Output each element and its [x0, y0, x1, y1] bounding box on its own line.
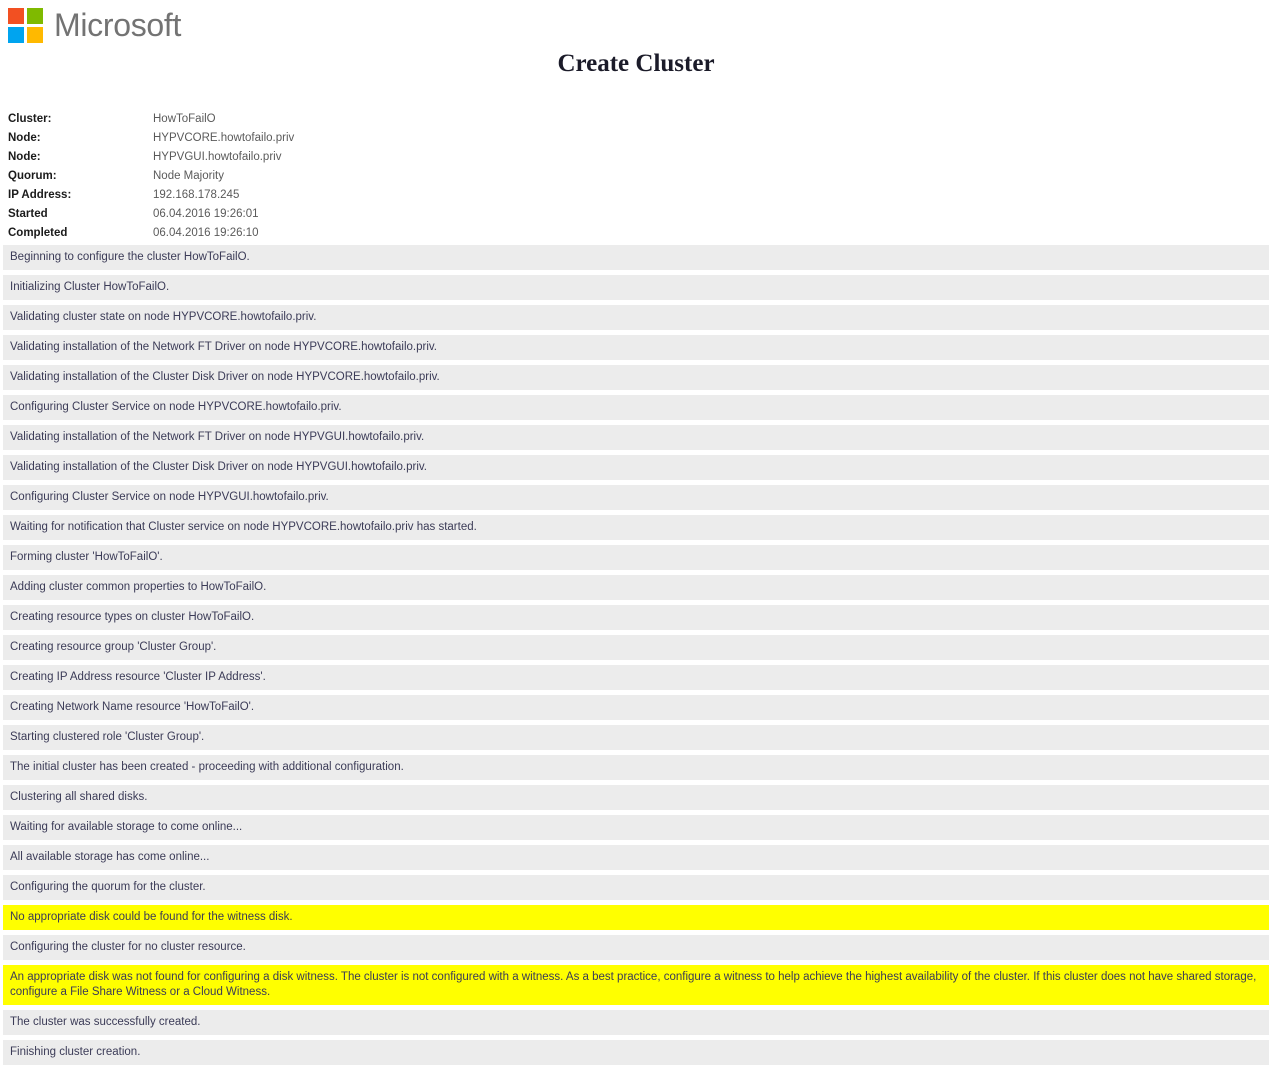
log-row: Creating IP Address resource 'Cluster IP…: [3, 665, 1269, 690]
log-row-text: Finishing cluster creation.: [10, 1046, 141, 1058]
log-row: Validating installation of the Cluster D…: [3, 365, 1269, 390]
summary-value: HowToFailO: [153, 113, 216, 125]
summary-row: Quorum: Node Majority: [8, 167, 628, 186]
log-row: The cluster was successfully created.: [3, 1010, 1269, 1035]
summary-label: Completed: [8, 227, 68, 239]
log-row-text: Creating resource group 'Cluster Group'.: [10, 641, 217, 653]
log-row: Validating installation of the Network F…: [3, 335, 1269, 360]
summary-label: Started: [8, 208, 48, 220]
log-row-text: Creating Network Name resource 'HowToFai…: [10, 701, 255, 713]
summary-row: Completed 06.04.2016 19:26:10: [8, 224, 628, 243]
summary-label: Quorum:: [8, 170, 57, 182]
log-row-warning: No appropriate disk could be found for t…: [3, 905, 1269, 930]
log-row: Initializing Cluster HowToFailO.: [3, 275, 1269, 300]
log-row: Adding cluster common properties to HowT…: [3, 575, 1269, 600]
summary-row: Cluster: HowToFailO: [8, 110, 628, 129]
logo-square-green: [27, 8, 43, 24]
log-row-text: Beginning to configure the cluster HowTo…: [10, 251, 250, 263]
cluster-log-list: Beginning to configure the cluster HowTo…: [3, 245, 1269, 1070]
log-row-text: Starting clustered role 'Cluster Group'.: [10, 731, 205, 743]
log-row: Configuring Cluster Service on node HYPV…: [3, 395, 1269, 420]
log-row-text: Configuring the quorum for the cluster.: [10, 881, 206, 893]
log-row-text: Validating installation of the Network F…: [10, 341, 437, 353]
log-row: All available storage has come online...: [3, 845, 1269, 870]
log-row: The initial cluster has been created - p…: [3, 755, 1269, 780]
summary-label: Node:: [8, 151, 41, 163]
summary-label: Node:: [8, 132, 41, 144]
log-row-text: The cluster was successfully created.: [10, 1016, 201, 1028]
log-row-text: No appropriate disk could be found for t…: [10, 911, 293, 923]
summary-value: Node Majority: [153, 170, 224, 182]
log-row-text: Configuring Cluster Service on node HYPV…: [10, 401, 342, 413]
summary-label: IP Address:: [8, 189, 72, 201]
log-row-warning: An appropriate disk was not found for co…: [3, 965, 1269, 1005]
log-row: Configuring the cluster for no cluster r…: [3, 935, 1269, 960]
summary-value: 06.04.2016 19:26:01: [153, 208, 259, 220]
log-row-text: Waiting for available storage to come on…: [10, 821, 243, 833]
logo-square-red: [8, 8, 24, 24]
log-row-text: Creating resource types on cluster HowTo…: [10, 611, 255, 623]
log-row: Validating installation of the Network F…: [3, 425, 1269, 450]
summary-row: Started 06.04.2016 19:26:01: [8, 205, 628, 224]
logo-square-blue: [8, 27, 24, 43]
log-row: Forming cluster 'HowToFailO'.: [3, 545, 1269, 570]
log-row-text: Adding cluster common properties to HowT…: [10, 581, 267, 593]
log-row: Validating cluster state on node HYPVCOR…: [3, 305, 1269, 330]
log-row: Waiting for available storage to come on…: [3, 815, 1269, 840]
summary-row: IP Address: 192.168.178.245: [8, 186, 628, 205]
log-row-text: An appropriate disk was not found for co…: [10, 971, 1257, 998]
log-row: Waiting for notification that Cluster se…: [3, 515, 1269, 540]
log-row: Creating resource group 'Cluster Group'.: [3, 635, 1269, 660]
microsoft-wordmark: Microsoft: [54, 7, 182, 43]
page-title: Create Cluster: [557, 50, 715, 77]
summary-label: Cluster:: [8, 113, 52, 125]
summary-value: 06.04.2016 19:26:10: [153, 227, 259, 239]
log-row: Clustering all shared disks.: [3, 785, 1269, 810]
log-row: Configuring Cluster Service on node HYPV…: [3, 485, 1269, 510]
log-row: Creating resource types on cluster HowTo…: [3, 605, 1269, 630]
log-row: Configuring the quorum for the cluster.: [3, 875, 1269, 900]
log-row-text: Validating installation of the Network F…: [10, 431, 425, 443]
microsoft-logo: Microsoft: [8, 8, 181, 43]
log-row-text: Configuring the cluster for no cluster r…: [10, 941, 246, 953]
summary-row: Node: HYPVCORE.howtofailo.priv: [8, 129, 628, 148]
log-row-text: Configuring Cluster Service on node HYPV…: [10, 491, 329, 503]
log-row-text: Clustering all shared disks.: [10, 791, 148, 803]
log-row-text: Initializing Cluster HowToFailO.: [10, 281, 170, 293]
log-row: Starting clustered role 'Cluster Group'.: [3, 725, 1269, 750]
log-row: Beginning to configure the cluster HowTo…: [3, 245, 1269, 270]
cluster-summary-table: Cluster: HowToFailO Node: HYPVCORE.howtofai…: [8, 110, 628, 243]
log-row-text: Creating IP Address resource 'Cluster IP…: [10, 671, 266, 683]
microsoft-logo-icon: [8, 8, 43, 43]
summary-value: HYPVCORE.howtofailo.priv: [153, 132, 295, 144]
logo-square-yellow: [27, 27, 43, 43]
log-row-text: Waiting for notification that Cluster se…: [10, 521, 477, 533]
log-row-text: Forming cluster 'HowToFailO'.: [10, 551, 163, 563]
log-row: Validating installation of the Cluster D…: [3, 455, 1269, 480]
summary-value: 192.168.178.245: [153, 189, 240, 201]
summary-row: Node: HYPVGUI.howtofailo.priv: [8, 148, 628, 167]
log-row-text: Validating cluster state on node HYPVCOR…: [10, 311, 317, 323]
summary-value: HYPVGUI.howtofailo.priv: [153, 151, 282, 163]
log-row-text: Validating installation of the Cluster D…: [10, 461, 427, 473]
log-row-text: Validating installation of the Cluster D…: [10, 371, 440, 383]
log-row: Finishing cluster creation.: [3, 1040, 1269, 1065]
log-row-text: All available storage has come online...: [10, 851, 210, 863]
log-row-text: The initial cluster has been created - p…: [10, 761, 404, 773]
log-row: Creating Network Name resource 'HowToFai…: [3, 695, 1269, 720]
